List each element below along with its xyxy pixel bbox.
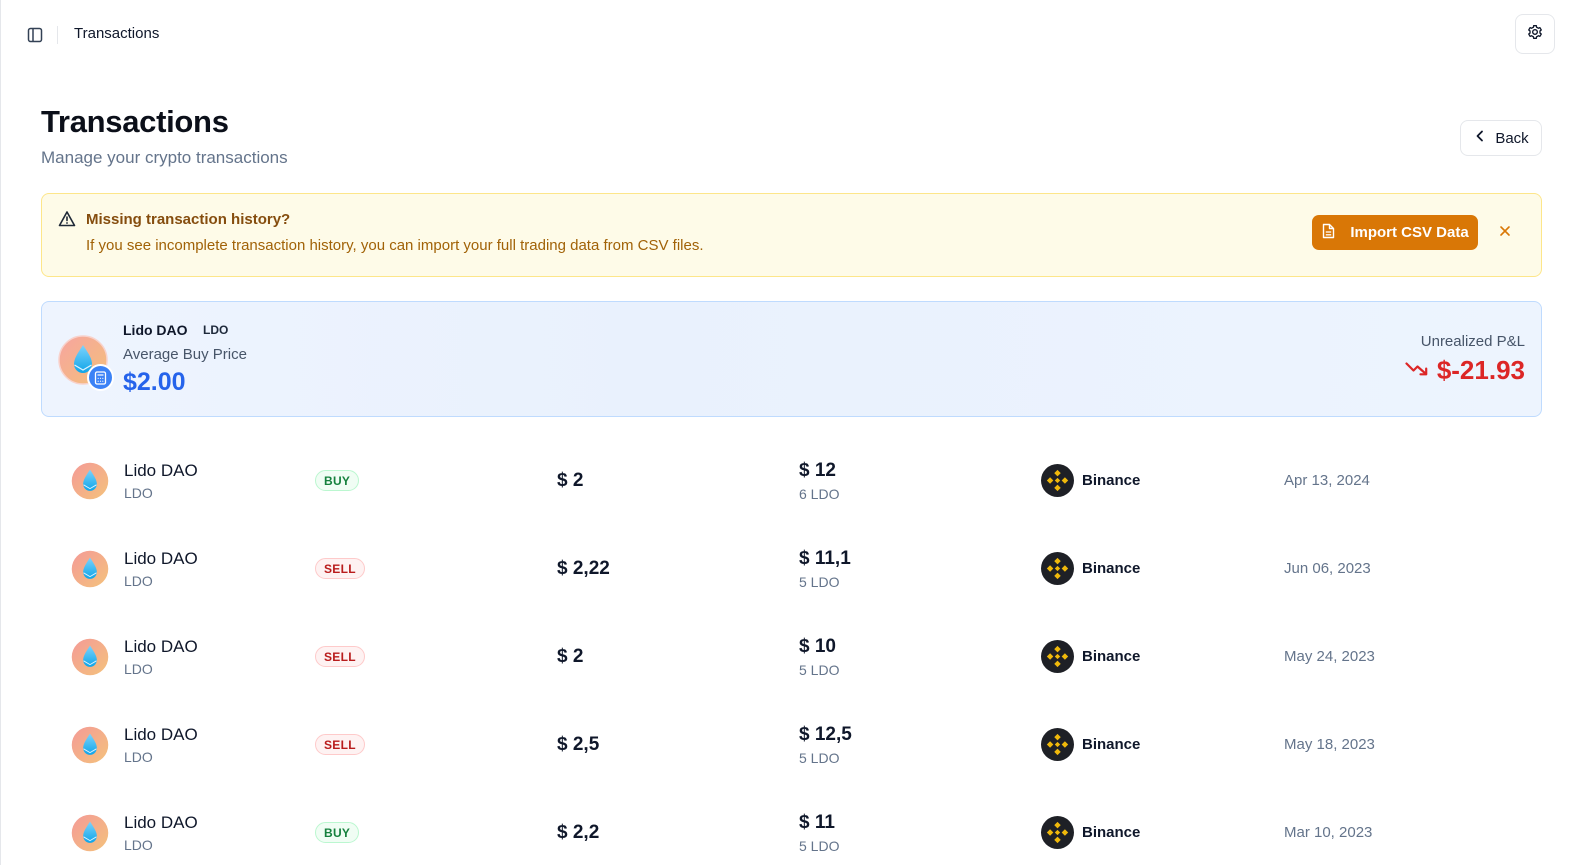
transaction-total: $ 12	[799, 460, 836, 481]
transaction-exchange: Binance	[1082, 560, 1141, 577]
lido-logo-icon	[71, 550, 109, 588]
back-button[interactable]: Back	[1460, 120, 1542, 156]
transaction-asset-symbol: LDO	[124, 749, 153, 765]
left-border	[0, 0, 1, 865]
transaction-asset-symbol: LDO	[124, 837, 153, 853]
transaction-asset-symbol: LDO	[124, 661, 153, 677]
alert-title: Missing transaction history?	[86, 211, 291, 228]
binance-logo-icon	[1041, 816, 1074, 849]
transaction-quantity: 5 LDO	[799, 838, 840, 854]
back-button-label: Back	[1495, 129, 1529, 147]
transaction-exchange: Binance	[1082, 736, 1141, 753]
unrealized-pnl: $-21.93	[1405, 355, 1525, 386]
transaction-asset-name: Lido DAO	[124, 637, 198, 656]
transaction-type-badge: BUY	[315, 822, 360, 843]
transaction-asset-symbol: LDO	[124, 485, 153, 501]
breadcrumb: Transactions	[74, 25, 160, 42]
settings-button[interactable]	[1515, 14, 1555, 54]
import-csv-label: Import CSV Data	[1350, 224, 1469, 241]
transaction-quantity: 5 LDO	[799, 750, 840, 766]
sidebar-toggle-icon[interactable]	[24, 24, 46, 46]
binance-logo-icon	[1041, 552, 1074, 585]
binance-logo-icon	[1041, 640, 1074, 673]
transaction-price: $ 2	[557, 646, 584, 667]
page-subtitle: Manage your crypto transactions	[41, 148, 288, 167]
trending-down-icon	[1405, 360, 1429, 381]
average-buy-price: $2.00	[123, 368, 186, 396]
average-buy-price-label: Average Buy Price	[123, 346, 247, 363]
transaction-row[interactable]: Lido DAO LDO SELL $ 2,5 $ 12,5 5 LDO Bin…	[41, 700, 1542, 788]
lido-logo-icon	[71, 462, 109, 500]
transaction-date: Jun 06, 2023	[1284, 560, 1371, 577]
transaction-quantity: 5 LDO	[799, 574, 840, 590]
unrealized-pnl-label: Unrealized P&L	[1420, 333, 1525, 350]
transaction-asset-name: Lido DAO	[124, 461, 198, 480]
transaction-row[interactable]: Lido DAO LDO SELL $ 2,22 $ 11,1 5 LDO Bi…	[41, 524, 1542, 612]
transaction-price: $ 2	[557, 470, 584, 491]
transaction-total: $ 11,1	[799, 548, 851, 569]
lido-logo-icon	[71, 814, 109, 852]
asset-symbol: LDO	[203, 323, 229, 337]
transaction-row[interactable]: Lido DAO LDO BUY $ 2,2 $ 11 5 LDO Binanc…	[41, 788, 1542, 865]
transaction-total: $ 12,5	[799, 724, 852, 745]
transaction-asset-symbol: LDO	[124, 573, 153, 589]
warning-icon	[58, 210, 76, 228]
transaction-price: $ 2,5	[557, 734, 600, 755]
transaction-price: $ 2,2	[557, 822, 600, 843]
transaction-quantity: 6 LDO	[799, 486, 840, 502]
transaction-date: May 18, 2023	[1284, 736, 1375, 753]
transaction-type-badge: SELL	[315, 558, 365, 579]
transaction-date: Mar 10, 2023	[1284, 824, 1373, 841]
asset-name: Lido DAO	[123, 322, 188, 338]
unrealized-pnl-value: $-21.93	[1436, 355, 1525, 385]
binance-logo-icon	[1041, 728, 1074, 761]
transaction-exchange: Binance	[1082, 472, 1141, 489]
page-title: Transactions	[41, 104, 229, 139]
binance-logo-icon	[1041, 464, 1074, 497]
asset-summary-card: Lido DAO LDO Average Buy Price $2.00 Unr…	[41, 301, 1542, 417]
alert-text: If you see incomplete transaction histor…	[86, 237, 704, 254]
transaction-total: $ 11	[799, 812, 835, 833]
transaction-price: $ 2,22	[557, 558, 610, 579]
transaction-asset-name: Lido DAO	[124, 725, 198, 744]
transaction-date: May 24, 2023	[1284, 648, 1375, 665]
gear-icon	[1527, 24, 1543, 45]
transaction-total: $ 10	[799, 636, 836, 657]
close-icon[interactable]	[1496, 222, 1514, 240]
transaction-asset-name: Lido DAO	[124, 549, 198, 568]
transaction-date: Apr 13, 2024	[1284, 472, 1370, 489]
lido-logo-icon	[71, 638, 109, 676]
missing-history-alert: Missing transaction history? If you see …	[41, 193, 1542, 277]
transaction-exchange: Binance	[1082, 648, 1141, 665]
transaction-quantity: 5 LDO	[799, 662, 840, 678]
transaction-row[interactable]: Lido DAO LDO BUY $ 2 $ 12 6 LDO Binance …	[41, 436, 1542, 524]
transaction-row[interactable]: Lido DAO LDO SELL $ 2 $ 10 5 LDO Binance…	[41, 612, 1542, 700]
calculator-icon	[87, 364, 114, 391]
lido-logo-icon	[71, 726, 109, 764]
topbar-divider	[57, 26, 58, 44]
file-icon	[1321, 223, 1336, 243]
transaction-asset-name: Lido DAO	[124, 813, 198, 832]
chevron-left-icon	[1473, 129, 1487, 147]
transaction-type-badge: SELL	[315, 646, 365, 667]
transaction-type-badge: SELL	[315, 734, 365, 755]
transaction-type-badge: BUY	[315, 470, 360, 491]
topbar: Transactions	[0, 0, 1573, 68]
import-csv-button[interactable]: Import CSV Data	[1312, 215, 1478, 250]
transaction-exchange: Binance	[1082, 824, 1141, 841]
